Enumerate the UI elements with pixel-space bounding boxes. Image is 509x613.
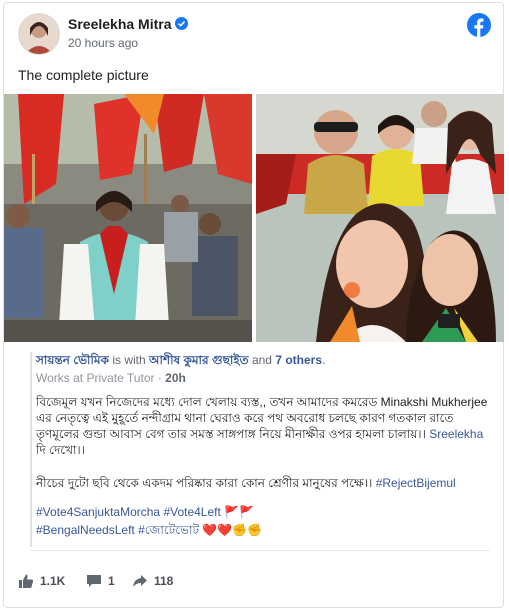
facebook-logo-icon[interactable] — [467, 13, 491, 37]
comment-icon — [87, 575, 101, 587]
share-count: 118 — [154, 574, 174, 588]
like-icon — [19, 574, 34, 588]
comment-count: 1 — [108, 574, 115, 588]
post-timestamp[interactable]: 20 hours ago — [68, 36, 138, 50]
author-avatar[interactable] — [18, 13, 60, 55]
verified-badge-icon — [175, 17, 188, 30]
shared-post-subtitle: Works at Private Tutor · 20h — [36, 371, 186, 385]
and-text: and — [248, 353, 276, 367]
shared-post-paragraph-2: নীচের দুটো ছবি থেকে একদম পরিষ্কার কারা ক… — [36, 475, 492, 495]
body-paragraph-1: বিজেমূল যখন নিজেদের মধ্যে দোল খেলায় ব্য… — [36, 395, 488, 441]
post-text: The complete picture — [18, 67, 149, 83]
like-button[interactable]: 1.1K — [18, 572, 65, 590]
hashtag-block: #Vote4SanjuktaMorcha #Vote4Left 🚩🚩 #Beng… — [36, 503, 492, 539]
hashtag-rejectbijemul[interactable]: #RejectBijemul — [376, 476, 456, 490]
period-text: . — [322, 353, 326, 367]
shared-author-job: Works at Private Tutor — [36, 371, 155, 385]
body-paragraph-2: নীচের দুটো ছবি থেকে একদম পরিষ্কার কারা ক… — [36, 476, 376, 490]
hashtag-bengalneedsleft[interactable]: #BengalNeedsLeft — [36, 523, 135, 537]
post-card: Sreelekha Mitra 20 hours ago The complet… — [3, 2, 504, 608]
body-paragraph-1-end: দি দেখো।। — [36, 443, 86, 457]
shared-post: সায়ন্তন ভৌমিক is with আশীষ কুমার গুছাইত… — [30, 352, 490, 547]
heart-fist-emoji: ❤️❤️✊✊ — [202, 523, 263, 537]
post-photo-selfie[interactable] — [256, 94, 504, 342]
share-icon — [133, 575, 147, 587]
post-photo-rally[interactable] — [4, 94, 252, 342]
mention-link[interactable]: Sreelekha — [429, 427, 483, 441]
flag-emoji: 🚩🚩 — [224, 505, 255, 519]
hashtag-jotevote[interactable]: #জোটেভোট — [138, 523, 199, 537]
hashtag-vote4sanjuktamorcha[interactable]: #Vote4SanjuktaMorcha — [36, 505, 160, 519]
shared-post-age[interactable]: 20h — [165, 371, 186, 385]
shared-author-link[interactable]: সায়ন্তন ভৌমিক — [36, 353, 109, 367]
like-count: 1.1K — [40, 574, 66, 588]
author-name[interactable]: Sreelekha Mitra — [68, 16, 172, 32]
shared-post-header: সায়ন্তন ভৌমিক is with আশীষ কুমার গুছাইত… — [36, 352, 325, 372]
separator-dot: · — [154, 371, 166, 385]
others-link[interactable]: 7 others — [275, 353, 322, 367]
comment-button[interactable]: 1 — [86, 572, 115, 590]
with-text: is with — [108, 353, 149, 367]
shared-post-body: বিজেমূল যখন নিজেদের মধ্যে দোল খেলায় ব্য… — [36, 394, 492, 458]
tagged-person-link[interactable]: আশীষ কুমার গুছাইত — [149, 353, 249, 367]
divider — [30, 550, 490, 551]
hashtag-vote4left[interactable]: #Vote4Left — [163, 505, 220, 519]
share-button[interactable]: 118 — [132, 572, 173, 590]
